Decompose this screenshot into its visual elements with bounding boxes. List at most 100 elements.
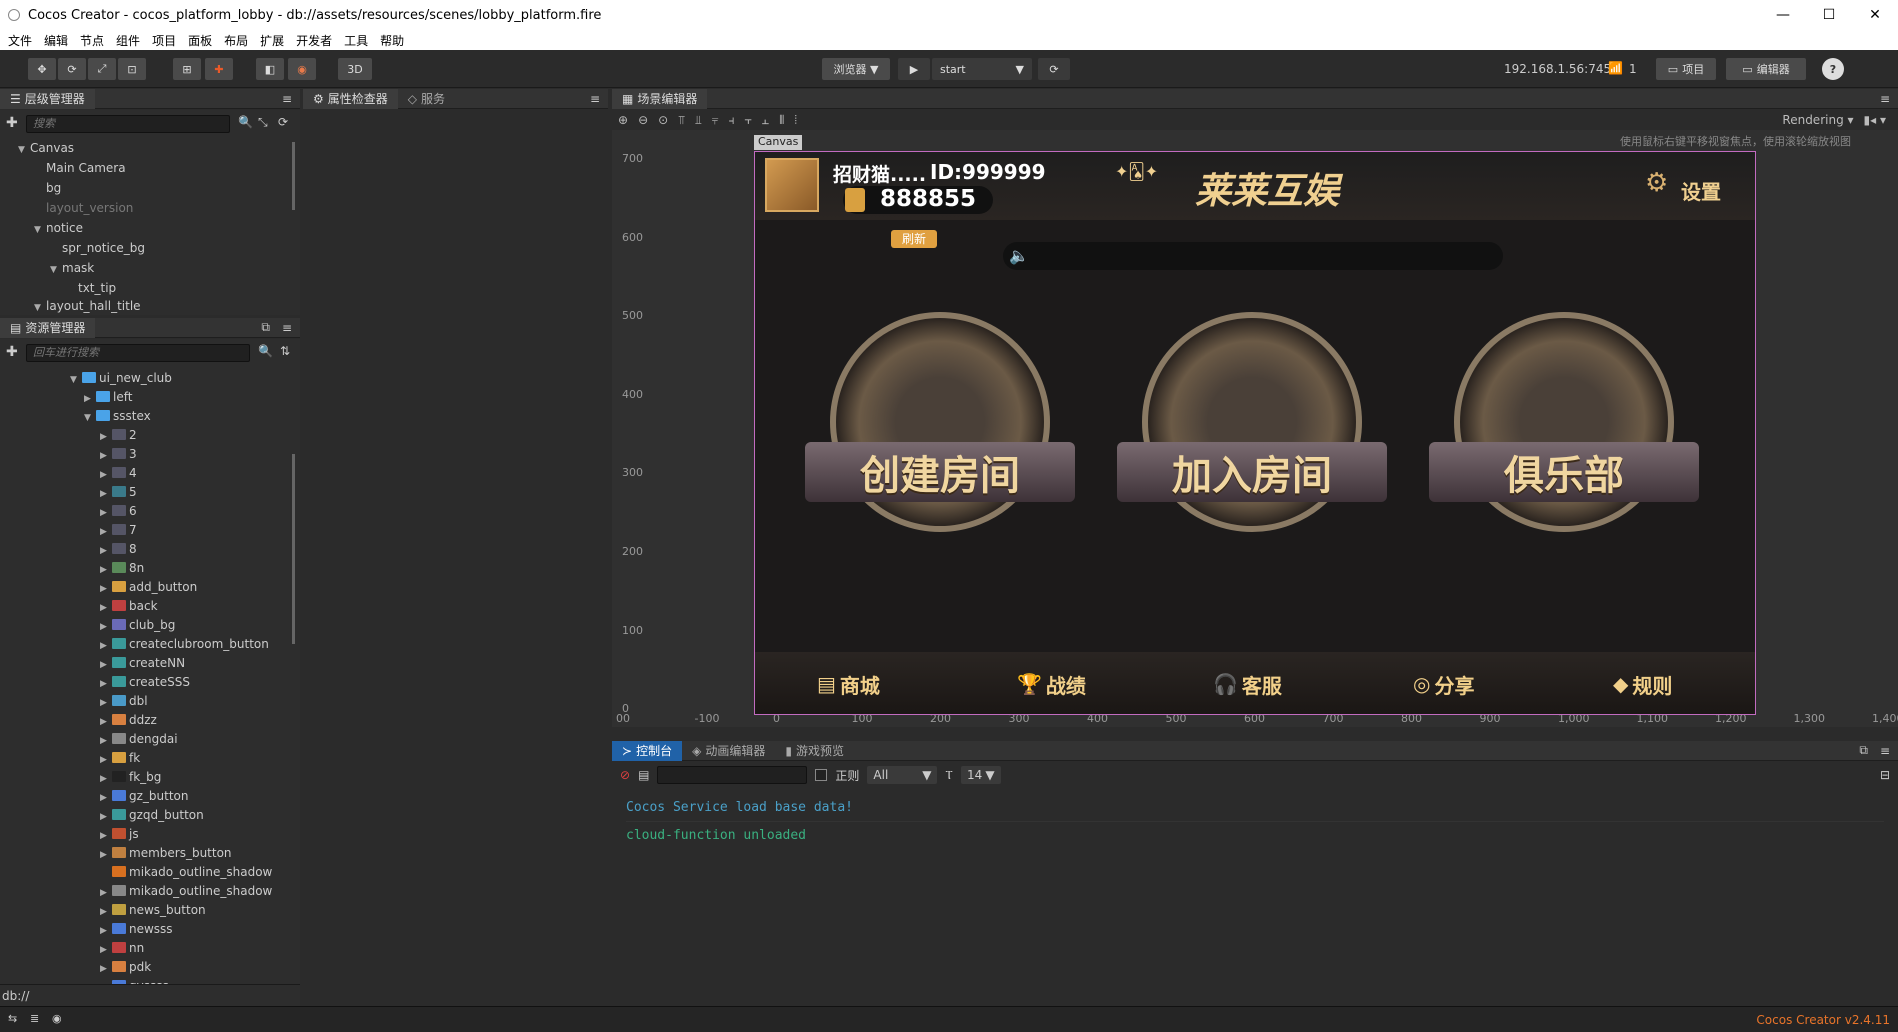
asset-item[interactable]: ▶ 8n (100, 559, 144, 578)
zoom-reset-icon[interactable]: ⊙ (658, 113, 668, 127)
gizmo-2d-icon[interactable]: ◧ (256, 58, 284, 80)
tree-arrow-icon[interactable]: ▼ (84, 409, 96, 428)
rules-button[interactable]: ◆ 规则 (1613, 652, 1672, 714)
sync-icon[interactable]: ⇆ (8, 1012, 17, 1025)
asset-item[interactable]: ▼ ssstex (84, 407, 151, 426)
eye-icon[interactable]: ◉ (52, 1012, 62, 1025)
share-button[interactable]: ◎ 分享 (1413, 652, 1474, 714)
log-level-select[interactable]: All ▼ (867, 766, 938, 784)
tree-node-layout-hall-title[interactable]: ▼ layout_hall_title (34, 299, 141, 314)
create-room-button[interactable]: 创建房间 (805, 312, 1075, 552)
coordinate-icon[interactable]: ✚ (205, 58, 233, 80)
asset-item[interactable]: ▶ js (100, 825, 139, 844)
asset-item[interactable]: ▶ 7 (100, 521, 137, 540)
shop-button[interactable]: ▤ 商城 (817, 652, 880, 714)
menu-node[interactable]: 节点 (74, 32, 110, 49)
asset-item[interactable]: ▶ left (84, 388, 132, 407)
file-icon[interactable]: ▤ (638, 768, 649, 782)
sort-icon[interactable]: ⇅ (280, 344, 290, 358)
asset-item[interactable]: mikado_outline_shadow (100, 863, 272, 882)
asset-item[interactable]: ▶ mikado_outline_shadow (100, 882, 272, 901)
distribute-v-icon[interactable]: ⦙ (794, 113, 797, 128)
gear-icon[interactable]: ⚙ (1645, 168, 1668, 198)
assets-scrollbar[interactable] (292, 454, 295, 644)
menu-developer[interactable]: 开发者 (290, 32, 338, 49)
asset-item[interactable]: ▶ fk (100, 749, 140, 768)
asset-item[interactable]: ▶ pdk (100, 958, 151, 977)
asset-item[interactable]: ▶ news_button (100, 901, 206, 920)
tab-game-preview[interactable]: ▮ 游戏预览 (775, 741, 854, 761)
close-icon[interactable]: ✕ (1852, 0, 1898, 30)
console-filter-input[interactable] (657, 766, 808, 784)
asset-item[interactable]: ▶ gzqd_button (100, 806, 204, 825)
tab-assets[interactable]: ▤ 资源管理器 (0, 317, 96, 338)
camera-icon[interactable]: ▮◂ ▾ (1864, 113, 1886, 127)
regex-checkbox[interactable] (815, 769, 828, 781)
chevron-down-icon[interactable]: ▼ (18, 141, 30, 160)
asset-item[interactable]: ▶ 4 (100, 464, 137, 483)
menu-component[interactable]: 组件 (110, 32, 146, 49)
asset-item[interactable]: ▶ nn (100, 939, 144, 958)
tree-arrow-icon[interactable]: ▼ (70, 371, 82, 390)
asset-item[interactable]: ▶ newsss (100, 920, 173, 939)
tree-node-spr-notice-bg[interactable]: spr_notice_bg (62, 239, 145, 258)
settings-button[interactable]: 设置 (1681, 176, 1721, 205)
menu-tools[interactable]: 工具 (338, 32, 374, 49)
service-button[interactable]: 🎧 客服 (1213, 652, 1282, 714)
align-center-icon[interactable]: ⫟ (745, 113, 752, 128)
align-bottom-icon[interactable]: ⫧ (712, 113, 719, 128)
3d-toggle-button[interactable]: 3D (338, 58, 372, 80)
play-icon[interactable]: ▶ (898, 58, 930, 80)
move-tool-icon[interactable]: ✥ (28, 58, 56, 80)
locate-icon[interactable]: ⤡ (258, 115, 268, 130)
open-editor-button[interactable]: ▭ 编辑器 (1726, 58, 1806, 80)
align-left-icon[interactable]: ⫞ (729, 113, 735, 128)
asset-item[interactable]: ▶ 6 (100, 502, 137, 521)
menu-help[interactable]: 帮助 (374, 32, 410, 49)
asset-item[interactable]: ▶ gz_button (100, 787, 189, 806)
browser-select[interactable]: 浏览器 ▼ (822, 58, 890, 80)
database-icon[interactable]: ≣ (30, 1012, 39, 1025)
collapse-icon[interactable]: ⊟ (1880, 768, 1890, 782)
popout-icon[interactable]: ⧉ (1859, 743, 1868, 758)
panel-menu-icon[interactable]: ≡ (282, 321, 292, 335)
asset-item[interactable]: ▼ ui_new_club (70, 369, 172, 388)
panel-menu-icon[interactable]: ≡ (590, 92, 600, 106)
hierarchy-scrollbar[interactable] (292, 142, 295, 210)
zoom-out-icon[interactable]: ⊖ (638, 113, 648, 127)
rendering-select[interactable]: Rendering ▾ (1782, 113, 1853, 127)
tree-node-notice[interactable]: ▼ notice (34, 219, 83, 238)
asset-item[interactable]: ▶ club_bg (100, 616, 175, 635)
rotate-tool-icon[interactable]: ⟳ (58, 58, 86, 80)
tree-node-canvas[interactable]: ▼ Canvas (18, 139, 74, 158)
align-middle-icon[interactable]: ⫫ (695, 113, 702, 128)
asset-item[interactable]: ▶ createSSS (100, 673, 190, 692)
menu-project[interactable]: 项目 (146, 32, 182, 49)
records-button[interactable]: 🏆 战绩 (1017, 652, 1086, 714)
club-button[interactable]: 俱乐部 (1429, 312, 1699, 552)
maximize-icon[interactable]: ☐ (1806, 0, 1852, 30)
menu-edit[interactable]: 编辑 (38, 32, 74, 49)
panel-menu-icon[interactable]: ≡ (1880, 744, 1890, 758)
asset-item[interactable]: ▶ createclubroom_button (100, 635, 269, 654)
font-size-select[interactable]: 14 ▼ (960, 766, 1001, 784)
tab-service[interactable]: ◇ 服务 (398, 89, 455, 109)
tab-hierarchy[interactable]: ☰ 层级管理器 (0, 88, 95, 109)
add-node-icon[interactable]: ✚ (6, 115, 18, 131)
tree-node-bg[interactable]: bg (46, 179, 61, 198)
panel-menu-icon[interactable]: ≡ (1880, 92, 1890, 106)
asset-item[interactable]: ▶ add_button (100, 578, 197, 597)
asset-item[interactable]: ▶ dengdai (100, 730, 178, 749)
refresh-icon[interactable]: ⟳ (1038, 58, 1070, 80)
clear-icon[interactable]: ⊘ (620, 768, 630, 782)
align-top-icon[interactable]: ⫪ (678, 113, 685, 128)
popout-icon[interactable]: ⧉ (261, 320, 270, 335)
game-canvas[interactable]: 招财猫..... ID:999999 888855 刷新 ✦🂡✦ 莱莱互娱 ⚙ … (754, 151, 1756, 715)
search-icon[interactable]: 🔍 (258, 344, 273, 358)
distribute-h-icon[interactable]: ⦀ (779, 113, 784, 128)
tab-scene[interactable]: ▦ 场景编辑器 (612, 88, 708, 109)
help-icon[interactable]: ? (1822, 58, 1844, 80)
minimize-icon[interactable]: — (1760, 0, 1806, 30)
panel-menu-icon[interactable]: ≡ (282, 92, 292, 106)
asset-item[interactable]: ▶ ddzz (100, 711, 157, 730)
